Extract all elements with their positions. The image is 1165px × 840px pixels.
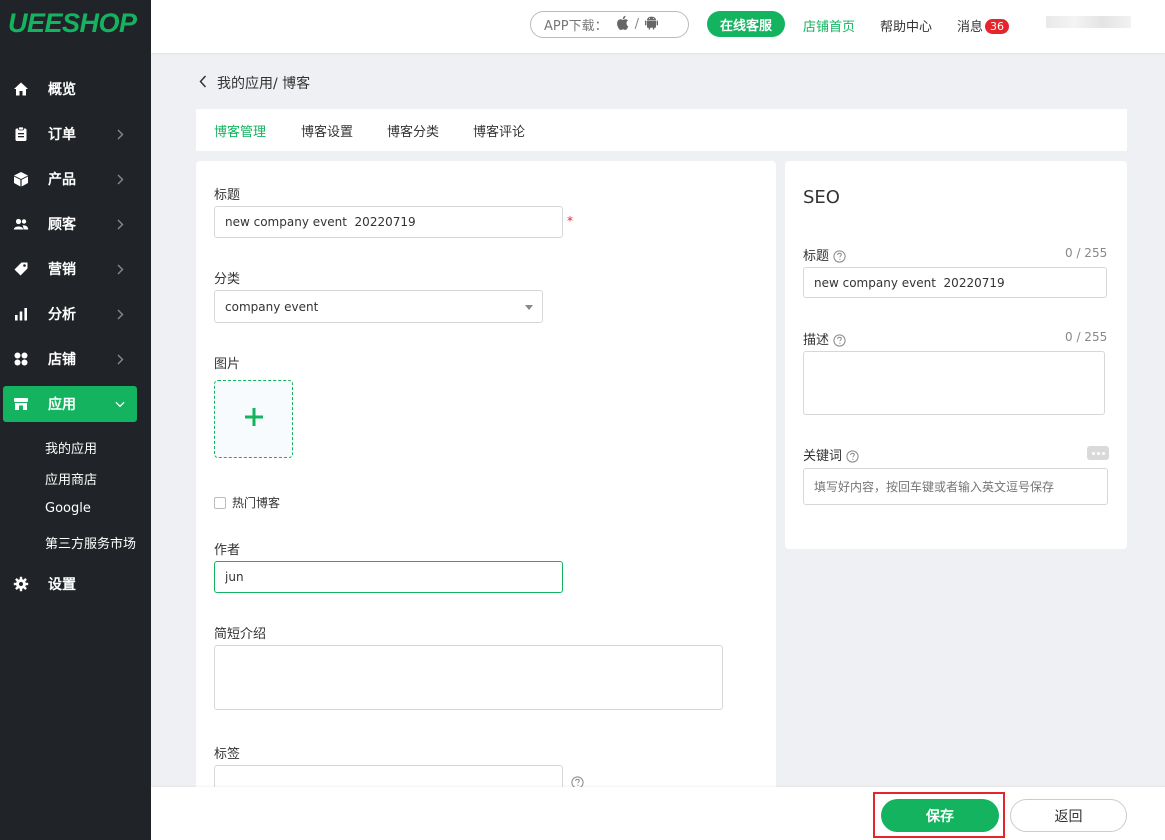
breadcrumb: 我的应用/ 博客 [199, 73, 310, 93]
messages-link[interactable]: 消息 36 [957, 16, 1010, 35]
app-download[interactable]: APP下载： / [530, 11, 689, 38]
gear-icon [13, 576, 29, 592]
clipboard-icon [13, 126, 29, 142]
sidebar: UEESHOP 概览 订单 产品 顾客 营销 分析 店铺 应用 我的应用 应用商… [0, 0, 151, 840]
chevron-right-icon [115, 129, 125, 140]
sidebar-item-label: 产品 [48, 172, 76, 188]
home-icon [13, 81, 29, 97]
tab-blog-management[interactable]: 博客管理 [214, 121, 266, 140]
save-button[interactable]: 保存 [881, 799, 999, 832]
help-center-link[interactable]: 帮助中心 [880, 16, 932, 35]
help-icon[interactable] [833, 334, 846, 351]
sidebar-subitem-app-store[interactable]: 应用商店 [45, 469, 97, 488]
tags-label: 标签 [214, 747, 241, 762]
category-label: 分类 [214, 272, 241, 287]
summary-textarea[interactable] [214, 645, 723, 710]
sidebar-subitem-my-apps[interactable]: 我的应用 [45, 438, 97, 457]
sidebar-item-settings[interactable]: 设置 [3, 566, 137, 602]
seo-desc-textarea[interactable] [803, 351, 1105, 415]
summary-label: 简短介绍 [214, 627, 267, 642]
chevron-right-icon [115, 354, 125, 365]
help-icon[interactable] [846, 450, 859, 467]
seo-keywords-label: 关键词 [803, 445, 859, 467]
author-label: 作者 [214, 543, 241, 558]
android-icon[interactable] [637, 15, 658, 34]
sidebar-item-label: 店铺 [48, 352, 76, 368]
title-label: 标题 [214, 188, 241, 203]
grid-icon [13, 351, 29, 367]
hot-blog-label: 热门博客 [232, 496, 281, 510]
title-input[interactable] [214, 206, 563, 238]
category-value: company event [225, 299, 319, 314]
seo-heading: SEO [803, 187, 840, 208]
author-input[interactable] [214, 561, 563, 593]
tab-bar: 博客管理 博客设置 博客分类 博客评论 [196, 109, 1127, 151]
hot-blog-checkbox[interactable] [214, 496, 226, 509]
sidebar-item-label: 概览 [48, 82, 76, 98]
sidebar-item-label: 设置 [48, 577, 76, 593]
apple-icon[interactable] [608, 15, 629, 34]
sidebar-item-customers[interactable]: 顾客 [3, 206, 137, 242]
sidebar-item-marketing[interactable]: 营销 [3, 251, 137, 287]
sidebar-item-overview[interactable]: 概览 [3, 71, 137, 107]
category-select[interactable]: company event [214, 290, 543, 323]
breadcrumb-text[interactable]: 我的应用/ 博客 [217, 73, 310, 93]
tab-blog-settings[interactable]: 博客设置 [301, 121, 353, 140]
top-bar: APP下载： / 在线客服 店铺首页 帮助中心 消息 36 [151, 0, 1165, 53]
caret-down-icon [525, 305, 533, 310]
plus-icon [244, 407, 264, 431]
sidebar-subitem-third-party[interactable]: 第三方服务市场 [45, 533, 136, 552]
back-arrow-icon[interactable] [199, 74, 207, 92]
seo-title-label: 标题 [803, 245, 846, 267]
sidebar-item-label: 分析 [48, 307, 76, 323]
sidebar-item-apps[interactable]: 应用 [3, 386, 137, 422]
brand-logo[interactable]: UEESHOP [8, 8, 137, 39]
store-home-link[interactable]: 店铺首页 [803, 16, 855, 35]
users-icon [13, 216, 29, 232]
sidebar-item-label: 营销 [48, 262, 76, 278]
bar-chart-icon [13, 306, 29, 322]
hot-blog-checkbox-row[interactable]: 热门博客 [214, 494, 280, 511]
tab-blog-comments[interactable]: 博客评论 [473, 121, 525, 140]
user-account[interactable] [1046, 16, 1131, 28]
chevron-right-icon [115, 309, 125, 320]
sidebar-item-analytics[interactable]: 分析 [3, 296, 137, 332]
message-count-badge: 36 [985, 19, 1010, 34]
sidebar-item-label: 订单 [48, 127, 76, 143]
sidebar-item-store[interactable]: 店铺 [3, 341, 137, 377]
chevron-right-icon [115, 264, 125, 275]
tab-blog-categories[interactable]: 博客分类 [387, 121, 439, 140]
seo-title-counter: 0 / 255 [1065, 246, 1108, 260]
chevron-right-icon [115, 174, 125, 185]
sidebar-item-orders[interactable]: 订单 [3, 116, 137, 152]
seo-title-input[interactable] [803, 267, 1107, 298]
app-download-label: APP下载： [544, 19, 608, 34]
sidebar-subitem-google[interactable]: Google [45, 501, 91, 516]
back-button[interactable]: 返回 [1010, 799, 1127, 832]
image-label: 图片 [214, 357, 241, 372]
seo-keywords-input[interactable] [803, 468, 1108, 505]
image-upload[interactable] [214, 380, 293, 458]
online-service-button[interactable]: 在线客服 [707, 11, 785, 37]
seo-desc-counter: 0 / 255 [1065, 330, 1108, 344]
seo-desc-label: 描述 [803, 329, 846, 351]
box-icon [13, 171, 29, 187]
sidebar-item-label: 顾客 [48, 217, 76, 233]
store-icon [13, 396, 29, 412]
messages-label: 消息 [957, 20, 984, 35]
sidebar-item-label: 应用 [48, 397, 76, 413]
chevron-down-icon [115, 401, 125, 408]
required-mark: * [567, 214, 573, 228]
help-icon[interactable] [833, 250, 846, 267]
chevron-right-icon [115, 219, 125, 230]
sidebar-item-products[interactable]: 产品 [3, 161, 137, 197]
more-options-button[interactable] [1087, 446, 1109, 460]
tag-icon [13, 261, 29, 277]
